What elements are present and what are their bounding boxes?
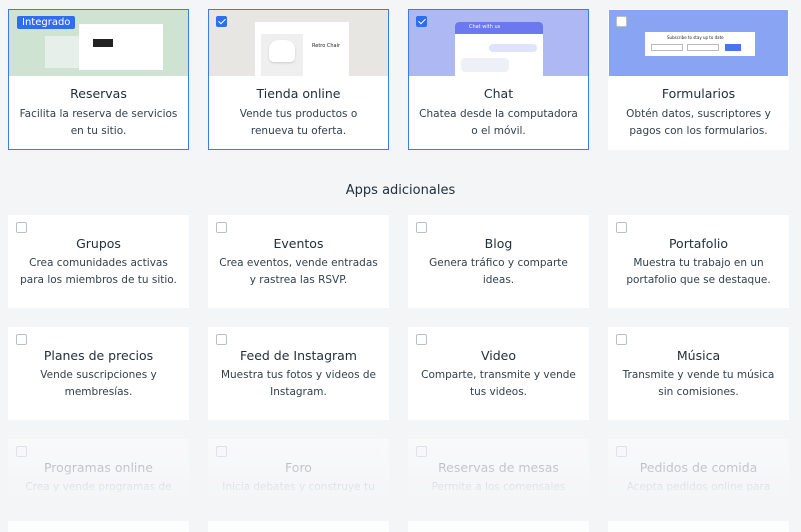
app-description: Crea eventos, vende entradas y rastrea l… xyxy=(219,257,378,286)
app-description: Muestra tu trabajo en un portafolio que … xyxy=(626,257,771,286)
app-title: Programas online xyxy=(43,460,153,475)
chat-header: Chat with us xyxy=(469,24,501,30)
app-title: Eventos xyxy=(273,236,324,251)
app-card-reservas[interactable]: Integrado Reservas Facilita la reserva d… xyxy=(8,9,189,150)
shop-product-heading: Retro Chair xyxy=(312,43,341,49)
section-title: Apps adicionales xyxy=(345,183,456,198)
app-description: Crea y vende programas de xyxy=(25,481,172,493)
checkbox[interactable] xyxy=(16,222,27,233)
app-card-planes-de-precios[interactable]: Planes de precios Vende suscripciones y … xyxy=(8,327,189,420)
app-card-chat[interactable]: Chat with us Chat Chatea desde la comput… xyxy=(408,9,589,150)
app-title: Blog xyxy=(484,236,513,251)
checkbox[interactable] xyxy=(216,222,227,233)
checkbox[interactable] xyxy=(216,16,227,27)
app-title: Planes de precios xyxy=(43,348,154,363)
chat-thumbnail: Chat with us xyxy=(409,10,588,76)
app-card-portafolio[interactable]: Portafolio Muestra tu trabajo en un port… xyxy=(608,215,789,308)
app-description: Acepta pedidos online para xyxy=(626,481,771,493)
app-title: Reservas xyxy=(70,86,127,101)
app-card-foro[interactable]: Foro Inicia debates y construye tu xyxy=(208,439,389,532)
app-card-eventos[interactable]: Eventos Crea eventos, vende entradas y r… xyxy=(208,215,389,308)
app-description: Genera tráfico y comparte ideas. xyxy=(429,257,568,286)
app-card-grupos[interactable]: Grupos Crea comunidades activas para los… xyxy=(8,215,189,308)
app-description: Comparte, transmite y vende tus videos. xyxy=(421,369,576,398)
app-title: Tienda online xyxy=(256,86,341,101)
app-card-blog[interactable]: Blog Genera tráfico y comparte ideas. xyxy=(408,215,589,308)
integrated-badge: Integrado xyxy=(17,16,76,29)
app-description: Inicia debates y construye tu xyxy=(222,481,375,493)
app-description: Muestra tus fotos y videos de Instagram. xyxy=(220,369,377,398)
app-title: Portafolio xyxy=(668,236,729,251)
form-heading: Subscribe to stay up to date xyxy=(667,35,724,40)
app-title: Reservas de mesas xyxy=(438,460,559,475)
app-title: Formularios xyxy=(661,86,736,101)
app-description: Facilita la reserva de servicios en tu s… xyxy=(19,108,178,137)
app-title: Chat xyxy=(483,86,514,101)
app-description: Permite a los comensales xyxy=(431,481,566,493)
checkbox[interactable] xyxy=(616,16,627,27)
app-description: Vende tus productos o renueva tu oferta. xyxy=(239,108,358,137)
app-title: Música xyxy=(676,348,721,363)
app-title: Foro xyxy=(285,460,312,475)
checkbox[interactable] xyxy=(16,334,27,345)
tienda-thumbnail: Retro Chair xyxy=(209,10,388,76)
app-card-pedidos-de-comida[interactable]: Pedidos de comida Acepta pedidos online … xyxy=(608,439,789,532)
app-description: Vende suscripciones y membresías. xyxy=(40,369,157,398)
app-title: Pedidos de comida xyxy=(639,460,758,475)
formularios-thumbnail: Subscribe to stay up to date xyxy=(609,10,788,76)
app-card-programas-online[interactable]: Programas online Crea y vende programas … xyxy=(8,439,189,532)
app-title: Grupos xyxy=(76,236,121,251)
app-card-video[interactable]: Video Comparte, transmite y vende tus vi… xyxy=(408,327,589,420)
app-description: Chatea desde la computadora o el móvil. xyxy=(419,108,578,137)
app-title: Video xyxy=(480,348,517,363)
checkbox[interactable] xyxy=(416,334,427,345)
checkbox[interactable] xyxy=(616,446,627,457)
app-description: Obtén datos, suscriptores y pagos con lo… xyxy=(626,108,771,137)
checkbox[interactable] xyxy=(416,16,427,27)
app-card-musica[interactable]: Música Transmite y vende tu música sin c… xyxy=(608,327,789,420)
checkbox[interactable] xyxy=(616,222,627,233)
checkbox[interactable] xyxy=(16,446,27,457)
app-card-feed-de-instagram[interactable]: Feed de Instagram Muestra tus fotos y vi… xyxy=(208,327,389,420)
checkbox[interactable] xyxy=(216,446,227,457)
app-description: Crea comunidades activas para los miembr… xyxy=(20,257,177,286)
checkbox[interactable] xyxy=(416,446,427,457)
app-description: Transmite y vende tu música sin comision… xyxy=(622,369,775,398)
app-title: Feed de Instagram xyxy=(240,348,357,363)
checkbox[interactable] xyxy=(216,334,227,345)
checkbox[interactable] xyxy=(416,222,427,233)
app-card-formularios[interactable]: Subscribe to stay up to date Formularios… xyxy=(608,9,789,150)
checkbox[interactable] xyxy=(616,334,627,345)
app-card-tienda-online[interactable]: Retro Chair Tienda online Vende tus prod… xyxy=(208,9,389,150)
app-card-reservas-de-mesas[interactable]: Reservas de mesas Permite a los comensal… xyxy=(408,439,589,532)
